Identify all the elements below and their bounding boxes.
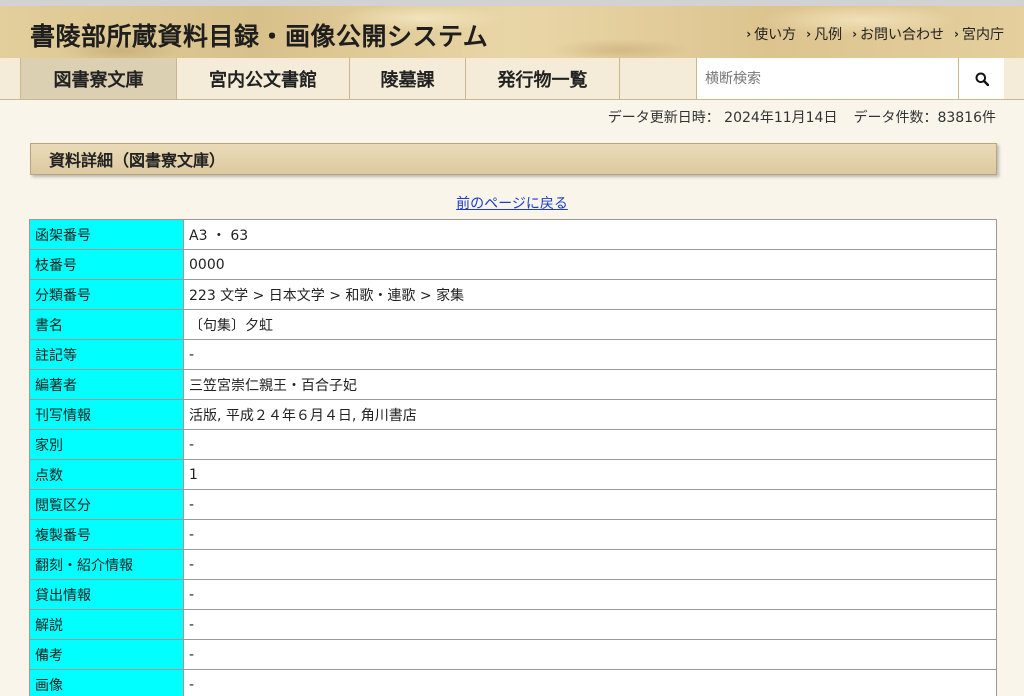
detail-row: 複製番号 - [29, 519, 997, 550]
detail-label: 家別 [29, 429, 184, 460]
detail-row: 備考 - [29, 639, 997, 670]
detail-row: 翻刻・紹介情報 - [29, 549, 997, 580]
detail-label: 編著者 [29, 369, 184, 400]
cross-search [696, 58, 1004, 99]
detail-value: 0000 [183, 249, 997, 280]
detail-value: 三笠宮崇仁親王・百合子妃 [183, 369, 997, 400]
chevron-right-icon: › [852, 27, 858, 41]
detail-label: 分類番号 [29, 279, 184, 310]
detail-label: 貸出情報 [29, 579, 184, 610]
detail-label: 解説 [29, 609, 184, 640]
tab-publications[interactable]: 発行物一覧 [466, 58, 620, 99]
tab-toshoryo-bunko[interactable]: 図書寮文庫 [20, 58, 177, 99]
search-icon [975, 72, 989, 86]
section-header: 資料詳細（図書寮文庫） [30, 143, 997, 175]
detail-value: - [183, 549, 997, 580]
detail-value: - [183, 519, 997, 550]
detail-row: 閲覧区分 - [29, 489, 997, 520]
detail-row: 刊写情報 活版, 平成２４年６月４日, 角川書店 [29, 399, 997, 430]
detail-label: 枝番号 [29, 249, 184, 280]
header-link-label: 凡例 [814, 27, 843, 43]
detail-row: 点数 1 [29, 459, 997, 490]
detail-label: 画像 [29, 669, 184, 696]
search-input[interactable] [697, 58, 959, 99]
header-link-contact[interactable]: › お問い合わせ [852, 24, 944, 44]
update-date: データ更新日時： 2024年11月14日 [607, 110, 838, 126]
detail-value: - [183, 609, 997, 640]
record-count: データ件数：83816件 [853, 110, 996, 126]
header-links: › 使い方 › 凡例 › お問い合わせ › 宮内庁 [746, 24, 1004, 44]
site-header: 書陵部所蔵資料目録・画像公開システム › 使い方 › 凡例 › お問い合わせ ›… [0, 0, 1024, 58]
header-link-agency[interactable]: › 宮内庁 [954, 24, 1004, 44]
detail-row: 編著者 三笠宮崇仁親王・百合子妃 [29, 369, 997, 400]
back-link-wrap: 前のページに戻る [0, 193, 1024, 213]
header-link-usage[interactable]: › 使い方 [746, 24, 796, 44]
detail-row: 書名 〔句集〕夕虹 [29, 309, 997, 340]
detail-row: 註記等 - [29, 339, 997, 370]
detail-value: - [183, 429, 997, 460]
detail-value: 〔句集〕夕虹 [183, 309, 997, 340]
detail-row: 函架番号 A3 ・ 63 [29, 219, 997, 250]
section-title: 資料詳細（図書寮文庫） [49, 151, 226, 170]
detail-label: 備考 [29, 639, 184, 670]
detail-row: 枝番号 0000 [29, 249, 997, 280]
header-link-label: 使い方 [754, 27, 797, 43]
chevron-right-icon: › [954, 27, 959, 41]
detail-value: - [183, 579, 997, 610]
detail-value: 1 [183, 459, 997, 490]
detail-label: 閲覧区分 [29, 489, 184, 520]
back-link[interactable]: 前のページに戻る [456, 196, 568, 212]
data-meta: データ更新日時： 2024年11月14日 データ件数：83816件 [608, 107, 996, 127]
detail-row: 家別 - [29, 429, 997, 460]
detail-row: 分類番号 223 文学 > 日本文学 > 和歌・連歌 > 家集 [29, 279, 997, 310]
detail-row: 画像 - [29, 669, 997, 696]
site-title[interactable]: 書陵部所蔵資料目録・画像公開システム [30, 17, 488, 53]
header-link-legend[interactable]: › 凡例 [806, 24, 842, 44]
detail-label: 翻刻・紹介情報 [29, 549, 184, 580]
detail-row: 貸出情報 - [29, 579, 997, 610]
chevron-right-icon: › [746, 27, 752, 41]
detail-label: 点数 [29, 459, 184, 490]
header-link-label: お問い合わせ [860, 27, 945, 43]
detail-label: 函架番号 [29, 219, 184, 250]
detail-label: 註記等 [29, 339, 184, 370]
detail-value: - [183, 669, 997, 696]
detail-label: 刊写情報 [29, 399, 184, 430]
detail-label: 書名 [29, 309, 184, 340]
detail-value: A3 ・ 63 [183, 219, 997, 250]
detail-row: 解説 - [29, 609, 997, 640]
detail-value: 活版, 平成２４年６月４日, 角川書店 [183, 399, 997, 430]
header-link-label: 宮内庁 [962, 27, 1004, 43]
detail-table: 函架番号 A3 ・ 63 枝番号 0000 分類番号 223 文学 > 日本文学 > … [29, 219, 997, 696]
detail-value: - [183, 339, 997, 370]
detail-label: 複製番号 [29, 519, 184, 550]
detail-value: 223 文学 > 日本文学 > 和歌・連歌 > 家集 [183, 279, 997, 310]
nav-tabs: 図書寮文庫 宮内公文書館 陵墓課 発行物一覧 [20, 58, 620, 100]
detail-value: - [183, 639, 997, 670]
search-button[interactable] [958, 58, 1004, 99]
detail-value: - [183, 489, 997, 520]
chevron-right-icon: › [806, 27, 812, 41]
tab-ryobo-ka[interactable]: 陵墓課 [350, 58, 466, 99]
tab-kunaicho-archives[interactable]: 宮内公文書館 [177, 58, 350, 99]
